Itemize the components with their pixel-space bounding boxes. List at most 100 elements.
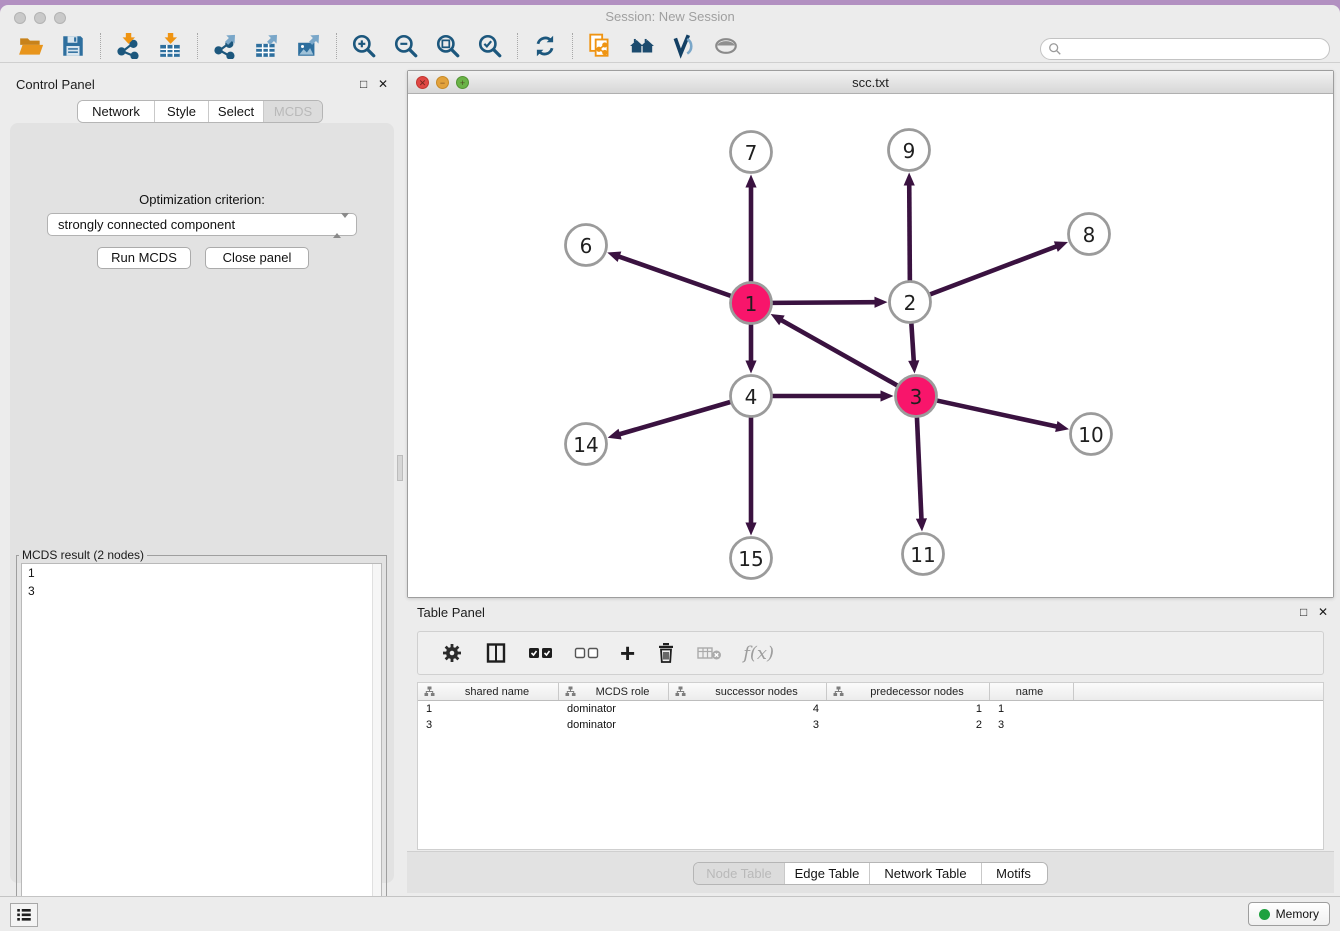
network-window-titlebar[interactable]: ✕ − + scc.txt	[408, 71, 1333, 94]
graph-edge-4-14[interactable]	[608, 402, 731, 439]
cell-successor-nodes[interactable]: 3	[669, 717, 827, 733]
export-table-icon[interactable]	[254, 33, 280, 59]
graph-edge-3-10[interactable]	[937, 401, 1069, 432]
add-row-plus-icon[interactable]: +	[620, 641, 635, 665]
search-input[interactable]	[1062, 40, 1329, 58]
graph-edge-1-4[interactable]	[745, 325, 756, 374]
column-settings-gear-icon[interactable]	[440, 641, 464, 665]
graph-node-3[interactable]: 3	[896, 376, 937, 417]
zoom-in-icon[interactable]	[351, 33, 377, 59]
graph-node-10[interactable]: 10	[1071, 414, 1112, 455]
import-table-icon[interactable]	[157, 33, 183, 59]
tab-motifs[interactable]: Motifs	[981, 863, 1045, 884]
import-network-icon[interactable]	[115, 33, 141, 59]
graph-node-2[interactable]: 2	[890, 282, 931, 323]
graph-node-4[interactable]: 4	[731, 376, 772, 417]
mcds-result-textarea[interactable]: 1 3	[21, 563, 382, 915]
graph-node-8[interactable]: 8	[1069, 214, 1110, 255]
split-view-icon[interactable]	[484, 641, 508, 665]
cell-MCDS-role[interactable]: dominator	[559, 701, 669, 717]
select-all-icon[interactable]	[528, 644, 554, 662]
search-box[interactable]	[1040, 38, 1330, 60]
cell-shared-name[interactable]: 1	[418, 701, 559, 717]
column-header-name[interactable]: name	[990, 683, 1074, 700]
titlebar: Session: New Session	[0, 5, 1340, 29]
open-session-icon[interactable]	[18, 33, 44, 59]
table-row[interactable]: 1dominator411	[418, 701, 1323, 717]
network-overview-eye-icon[interactable]	[713, 33, 739, 59]
cell-successor-nodes[interactable]: 4	[669, 701, 827, 717]
list-icon	[15, 906, 33, 924]
graph-edge-1-2[interactable]	[772, 297, 887, 308]
graph-edge-1-7[interactable]	[745, 175, 756, 282]
graph-edge-2-9[interactable]	[904, 172, 915, 280]
graph-edge-2-3[interactable]	[908, 323, 919, 373]
network-view-canvas[interactable]: 7 9 6 8 1 2 4 3 14 10 15 11	[408, 94, 1333, 597]
save-session-icon[interactable]	[60, 33, 86, 59]
graph-node-6[interactable]: 6	[566, 225, 607, 266]
tab-mcds[interactable]: MCDS	[263, 101, 322, 122]
tab-style[interactable]: Style	[154, 101, 208, 122]
float-table-panel-icon[interactable]: □	[1300, 606, 1307, 618]
criterion-select[interactable]: strongly connected component	[47, 213, 357, 236]
column-header-MCDS-role[interactable]: MCDS role	[559, 683, 669, 700]
graph-node-15[interactable]: 15	[731, 538, 772, 579]
memory-status-dot	[1259, 909, 1270, 920]
close-panel-icon[interactable]: ✕	[378, 78, 388, 90]
svg-text:14: 14	[573, 433, 598, 457]
cell-predecessor-nodes[interactable]: 2	[827, 717, 990, 733]
node-table[interactable]: shared nameMCDS rolesuccessor nodesprede…	[417, 682, 1324, 850]
function-builder-fx-icon[interactable]: f(x)	[743, 643, 774, 664]
cell-name[interactable]: 3	[990, 717, 1074, 733]
graph-node-1[interactable]: 1	[731, 283, 772, 324]
export-image-icon[interactable]	[296, 33, 322, 59]
show-graphics-details-icon[interactable]	[671, 33, 697, 59]
graph-edge-4-15[interactable]	[745, 418, 756, 536]
column-header-predecessor-nodes[interactable]: predecessor nodes	[827, 683, 990, 700]
zoom-out-icon[interactable]	[393, 33, 419, 59]
close-panel-button[interactable]: Close panel	[205, 247, 309, 269]
graph-edge-3-11[interactable]	[916, 417, 927, 531]
column-header-successor-nodes[interactable]: successor nodes	[669, 683, 827, 700]
cell-name[interactable]: 1	[990, 701, 1074, 717]
memory-button[interactable]: Memory	[1248, 902, 1330, 926]
tab-edge-table[interactable]: Edge Table	[784, 863, 869, 884]
graph-node-7[interactable]: 7	[731, 132, 772, 173]
run-mcds-button[interactable]: Run MCDS	[97, 247, 191, 269]
network-file-icon[interactable]	[587, 33, 613, 59]
close-table-panel-icon[interactable]: ✕	[1318, 606, 1328, 618]
mcds-result-group: MCDS result (2 nodes) 1 3	[16, 548, 387, 930]
float-panel-icon[interactable]: □	[360, 78, 367, 90]
svg-text:4: 4	[745, 385, 758, 409]
refresh-icon[interactable]	[532, 33, 558, 59]
tab-node-table[interactable]: Node Table	[694, 863, 784, 884]
zoom-fit-icon[interactable]	[435, 33, 461, 59]
select-stepper-icon	[333, 218, 349, 233]
control-panel-content: Optimization criterion: strongly connect…	[10, 123, 394, 883]
tab-select[interactable]: Select	[208, 101, 263, 122]
tab-network[interactable]: Network	[78, 101, 154, 122]
table-row[interactable]: 3dominator323	[418, 717, 1323, 733]
graph-node-11[interactable]: 11	[903, 534, 944, 575]
graph-node-9[interactable]: 9	[889, 130, 930, 171]
export-network-icon[interactable]	[212, 33, 238, 59]
result-scrollbar[interactable]	[372, 564, 381, 914]
graph-edge-2-8[interactable]	[930, 241, 1068, 294]
deselect-all-icon[interactable]	[574, 644, 600, 662]
graph-edge-3-1[interactable]	[771, 314, 898, 385]
clear-table-icon[interactable]	[697, 644, 723, 662]
cell-predecessor-nodes[interactable]: 1	[827, 701, 990, 717]
cell-MCDS-role[interactable]: dominator	[559, 717, 669, 733]
svg-text:3: 3	[910, 385, 923, 409]
delete-trash-icon[interactable]	[655, 641, 677, 665]
zoom-selected-icon[interactable]	[477, 33, 503, 59]
cell-shared-name[interactable]: 3	[418, 717, 559, 733]
graph-edge-4-3[interactable]	[773, 390, 894, 401]
task-history-button[interactable]	[10, 903, 38, 927]
column-header-shared-name[interactable]: shared name	[418, 683, 559, 700]
graph-edge-1-6[interactable]	[607, 251, 730, 295]
tab-network-table[interactable]: Network Table	[869, 863, 981, 884]
graph-node-14[interactable]: 14	[566, 424, 607, 465]
home-icon[interactable]	[629, 33, 655, 59]
vertical-splitter-handle[interactable]	[397, 455, 403, 481]
